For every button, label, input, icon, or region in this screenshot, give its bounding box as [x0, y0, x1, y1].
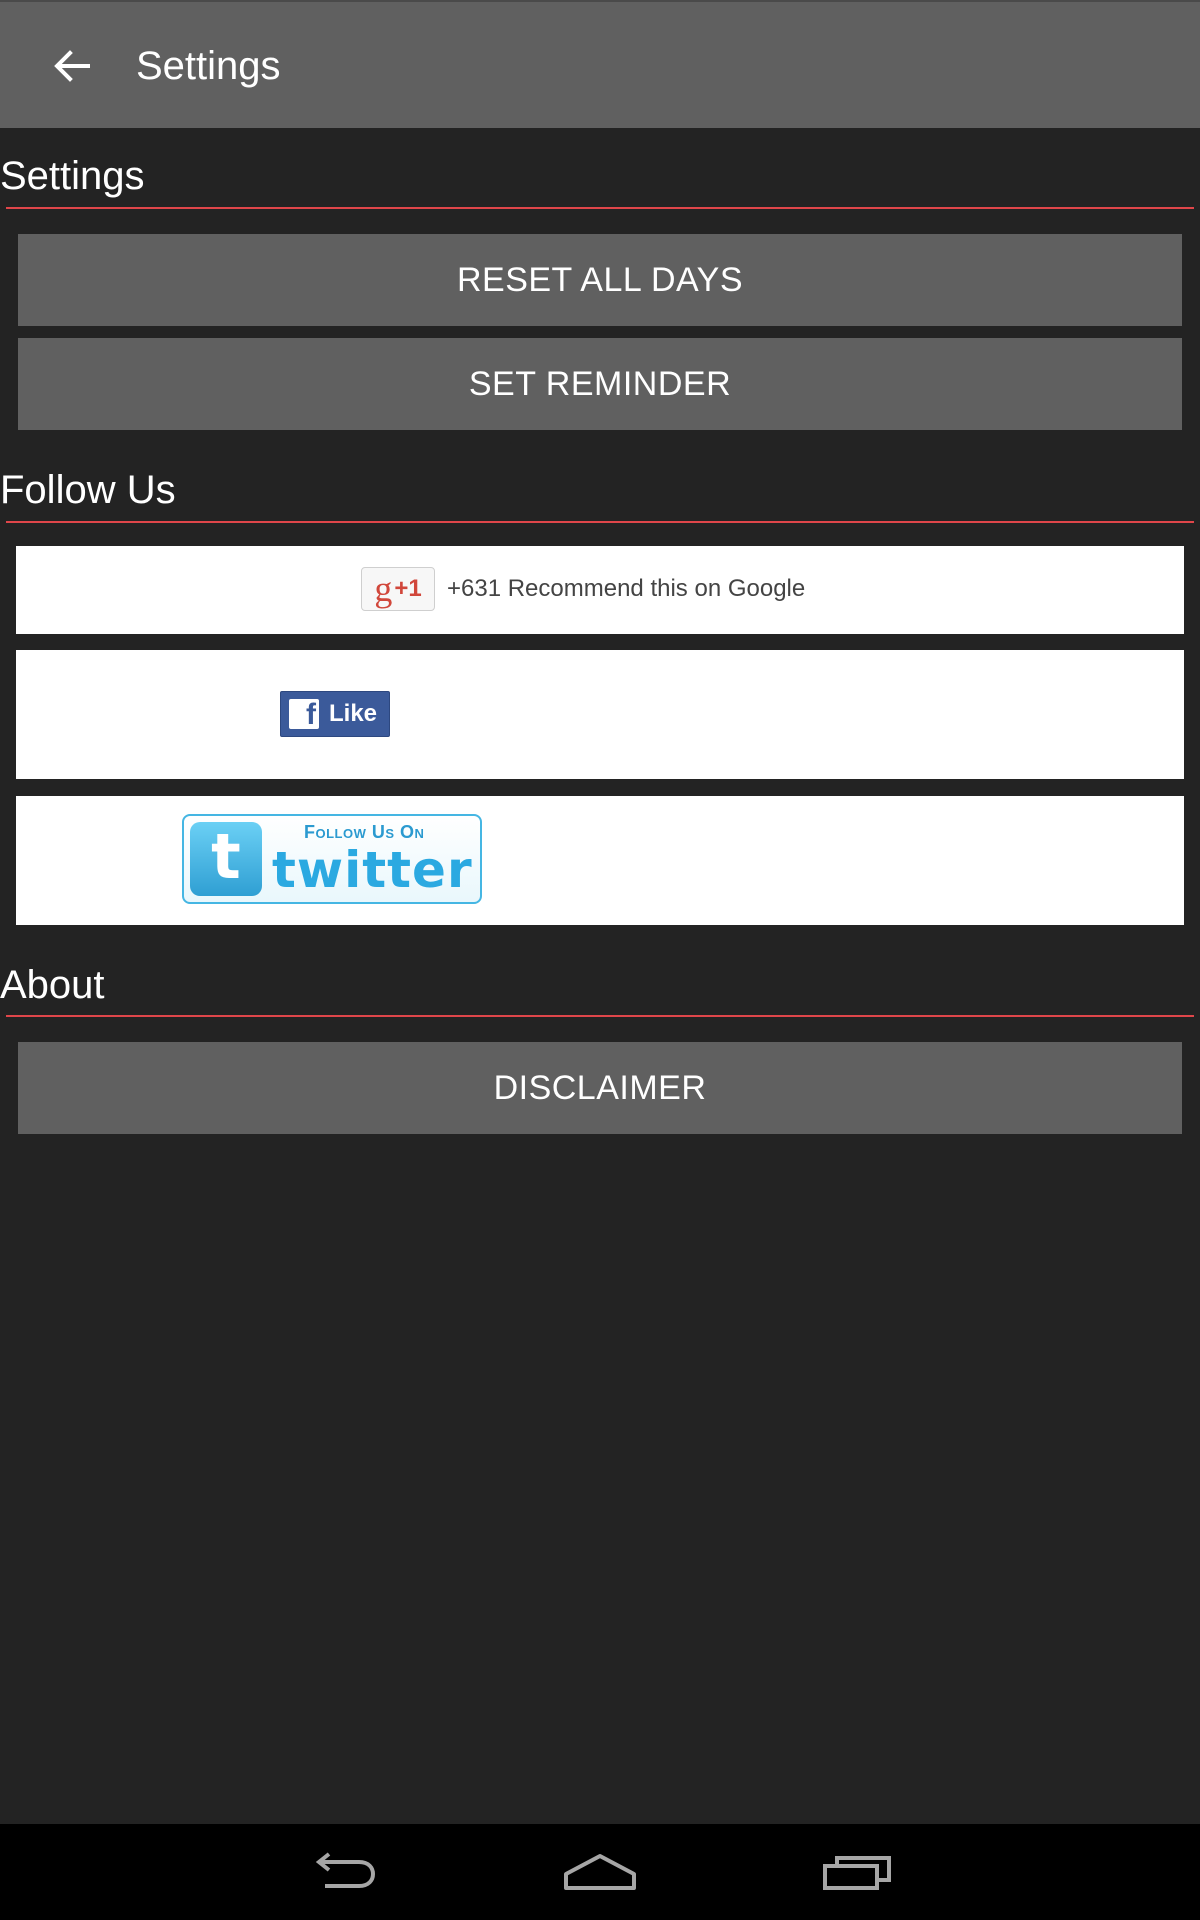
facebook-row: f Like: [16, 650, 1184, 779]
nav-recents-button[interactable]: [807, 1838, 907, 1906]
section-divider: [6, 521, 1194, 523]
section-title-follow-us: Follow Us: [0, 468, 176, 512]
arrow-back-icon: [54, 50, 90, 82]
app-bar: Settings: [0, 0, 1200, 128]
google-plus-widget: g +1 +631 Recommend this on Google: [361, 567, 805, 611]
section-divider: [6, 1015, 1194, 1017]
twitter-follow-button[interactable]: t Follow Us On twitter: [182, 814, 482, 904]
google-plus-row: g +1 +631 Recommend this on Google: [16, 546, 1184, 634]
reset-all-days-button[interactable]: RESET ALL DAYS: [18, 234, 1182, 326]
nav-back-button[interactable]: [293, 1838, 393, 1906]
section-title-about: About: [0, 963, 105, 1007]
nav-home-button[interactable]: [550, 1838, 650, 1906]
twitter-icon: t: [190, 822, 262, 896]
section-divider: [6, 207, 1194, 209]
twitter-wordmark: twitter: [272, 841, 473, 899]
facebook-like-label: Like: [329, 700, 378, 727]
system-nav-bar: [0, 1824, 1200, 1920]
back-icon: [315, 1852, 376, 1888]
google-plus-icon: g: [374, 569, 393, 609]
twitter-row: t Follow Us On twitter: [16, 796, 1184, 925]
facebook-like-button[interactable]: f Like: [280, 691, 390, 737]
set-reminder-button[interactable]: SET REMINDER: [18, 338, 1182, 430]
google-plus-recommend-text: +631 Recommend this on Google: [447, 575, 806, 602]
section-title-settings: Settings: [0, 154, 145, 198]
home-icon: [564, 1854, 636, 1890]
recents-icon: [823, 1856, 891, 1890]
back-button[interactable]: [40, 34, 104, 98]
google-plus-one-button[interactable]: g +1: [361, 567, 435, 611]
disclaimer-button[interactable]: DISCLAIMER: [18, 1042, 1182, 1134]
app-bar-title: Settings: [136, 44, 281, 88]
facebook-icon: f: [289, 699, 319, 729]
twitter-follow-text: Follow Us On: [304, 822, 425, 842]
